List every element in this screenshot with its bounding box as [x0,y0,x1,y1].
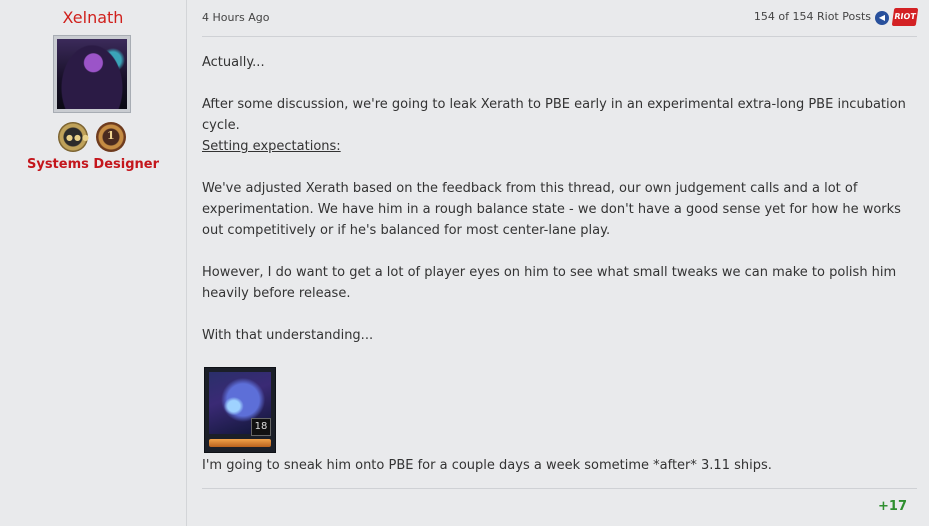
champion-portrait: 18 [204,367,276,453]
post-paragraph: However, I do want to get a lot of playe… [202,265,897,301]
post-paragraph: We've adjusted Xerath based on the feedb… [202,181,901,238]
post-paragraph: With that understanding... [202,328,374,343]
post-paragraph: After some discussion, we're going to le… [202,97,906,133]
avatar-image [57,39,127,109]
username-link[interactable]: Xelnath [0,8,186,27]
post-paragraph: Actually... [202,55,265,70]
rank-badge-icon: 1 [96,122,126,152]
post-score: +17 [878,499,907,514]
riot-logo-icon[interactable]: RIOT [891,8,919,26]
post-timestamp: 4 Hours Ago [202,11,270,24]
user-sidebar: Xelnath ●●● 1 Systems Designer [0,0,187,526]
team-badge-icon: ●●● [58,122,89,152]
avatar[interactable] [53,35,131,113]
post-footer: +17 [202,488,917,514]
user-role: Systems Designer [26,157,159,172]
post: 4 Hours Ago 154 of 154 Riot Posts ◀ RIOT… [187,0,929,526]
post-subheading: Setting expectations: [202,139,341,154]
post-paragraph: I'm going to sneak him onto PBE for a co… [202,458,772,473]
rank-number: 1 [107,129,115,142]
champion-level: 18 [251,418,271,436]
champion-bar [209,439,271,447]
riot-posts-counter[interactable]: 154 of 154 Riot Posts [754,10,871,23]
previous-post-icon[interactable]: ◀ [875,11,889,25]
post-header: 4 Hours Ago 154 of 154 Riot Posts ◀ RIOT [202,0,919,37]
